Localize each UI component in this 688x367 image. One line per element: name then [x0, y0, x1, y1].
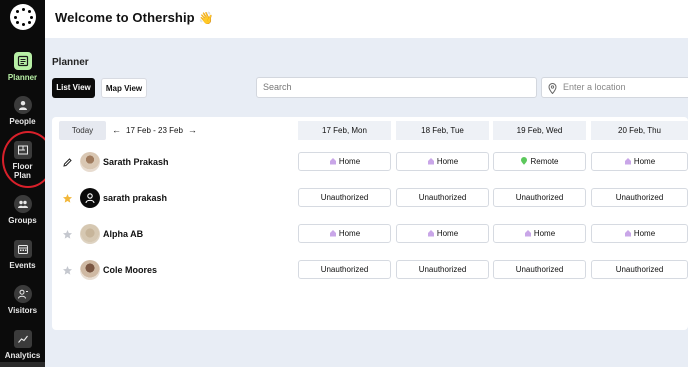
avatar — [80, 152, 100, 172]
date-column-header: 18 Feb, Tue — [396, 121, 489, 140]
status-cell[interactable]: Unauthorized — [493, 188, 586, 207]
status-cell[interactable]: Remote — [493, 152, 586, 171]
home-icon — [624, 154, 632, 165]
home-icon — [524, 226, 532, 237]
sidebar-item-label: Events — [9, 261, 36, 270]
sidebar-item-label: Visitors — [7, 306, 38, 315]
welcome-text: Welcome to Othership — [55, 10, 195, 25]
status-cell[interactable]: Unauthorized — [591, 188, 688, 207]
arrow-left-icon[interactable]: ← — [112, 121, 121, 140]
sidebar-item-analytics[interactable]: Analytics — [0, 330, 45, 360]
star-filled-icon[interactable] — [62, 191, 73, 203]
home-icon — [329, 154, 337, 165]
sidebar-item-label: Planner — [7, 73, 38, 82]
map-view-button[interactable]: Map View — [101, 78, 147, 98]
home-icon — [624, 226, 632, 237]
status-cell[interactable]: Home — [298, 224, 391, 243]
star-icon[interactable] — [62, 263, 73, 275]
date-range: ← 17 Feb - 23 Feb → — [112, 121, 197, 140]
planner-icon — [13, 52, 32, 70]
sidebar-item-label: Groups — [8, 216, 37, 225]
date-column-header: 17 Feb, Mon — [298, 121, 391, 140]
sidebar-item-events[interactable]: Events — [0, 240, 45, 270]
arrow-right-icon[interactable]: → — [188, 121, 197, 140]
status-cell[interactable]: Unauthorized — [396, 260, 489, 279]
status-cell[interactable]: Home — [396, 224, 489, 243]
search-input[interactable]: Search — [256, 77, 537, 98]
home-icon — [427, 226, 435, 237]
table-row: Alpha AB Home Home Home Home — [52, 216, 688, 252]
visitors-icon — [13, 285, 32, 303]
avatar — [80, 188, 100, 208]
location-input[interactable]: Enter a location — [541, 77, 688, 98]
date-column-header: 19 Feb, Wed — [493, 121, 586, 140]
person-name: sarath prakash — [103, 193, 168, 203]
pencil-icon[interactable] — [62, 155, 73, 167]
avatar — [80, 260, 100, 280]
list-view-button[interactable]: List View — [52, 78, 95, 98]
status-cell[interactable]: Unauthorized — [396, 188, 489, 207]
sidebar-item-label: Analytics — [4, 351, 41, 360]
events-icon — [13, 240, 32, 258]
location-placeholder: Enter a location — [563, 82, 626, 92]
status-cell[interactable]: Home — [591, 224, 688, 243]
analytics-icon — [13, 330, 32, 348]
sidebar-scrollbar[interactable] — [0, 362, 45, 367]
status-cell[interactable]: Home — [493, 224, 586, 243]
date-range-label: 17 Feb - 23 Feb — [126, 126, 183, 135]
date-column-header: 20 Feb, Thu — [591, 121, 688, 140]
table-header-row: Today ← 17 Feb - 23 Feb → 17 Feb, Mon 18… — [52, 117, 688, 145]
star-icon[interactable] — [62, 227, 73, 239]
home-icon — [427, 154, 435, 165]
wave-emoji-icon: 👋 — [198, 11, 214, 25]
sidebar-item-groups[interactable]: Groups — [0, 195, 45, 225]
table-row: sarath prakash Unauthorized Unauthorized… — [52, 180, 688, 216]
status-cell[interactable]: Home — [591, 152, 688, 171]
table-row: Cole Moores Unauthorized Unauthorized Un… — [52, 252, 688, 288]
top-header: Welcome to Othership 👋 — [45, 0, 688, 38]
page-title: Welcome to Othership 👋 — [55, 10, 214, 25]
sidebar-item-people[interactable]: People — [0, 96, 45, 126]
person-name: Sarath Prakash — [103, 157, 169, 167]
person-name: Cole Moores — [103, 265, 158, 275]
planner-title: Planner — [52, 57, 89, 68]
people-icon — [13, 96, 32, 114]
othership-logo[interactable] — [10, 4, 36, 30]
sidebar-item-planner[interactable]: Planner — [0, 52, 45, 82]
person-name: Alpha AB — [103, 229, 144, 239]
status-cell[interactable]: Home — [298, 152, 391, 171]
planner-table: Today ← 17 Feb - 23 Feb → 17 Feb, Mon 18… — [52, 117, 688, 330]
remote-icon — [520, 154, 528, 165]
location-pin-icon — [548, 82, 557, 101]
planner-main: Planner List View Map View Search Enter … — [45, 38, 688, 367]
status-cell[interactable]: Unauthorized — [298, 260, 391, 279]
status-cell[interactable]: Home — [396, 152, 489, 171]
today-button[interactable]: Today — [59, 121, 106, 140]
status-cell[interactable]: Unauthorized — [591, 260, 688, 279]
sidebar-item-label: People — [9, 117, 36, 126]
groups-icon — [13, 195, 32, 213]
home-icon — [329, 226, 337, 237]
avatar — [80, 224, 100, 244]
sidebar-item-visitors[interactable]: Visitors — [0, 285, 45, 315]
table-row: Sarath Prakash Home Home Remote Home — [52, 144, 688, 180]
status-cell[interactable]: Unauthorized — [298, 188, 391, 207]
status-cell[interactable]: Unauthorized — [493, 260, 586, 279]
